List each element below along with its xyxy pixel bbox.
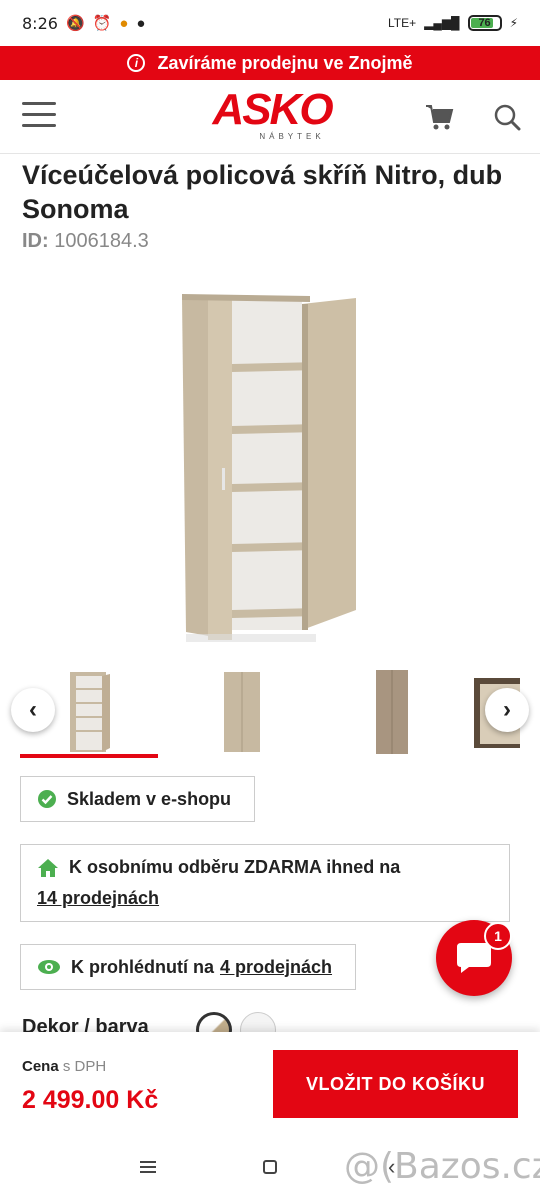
eye-icon: [37, 959, 61, 975]
cart-icon[interactable]: [424, 102, 454, 132]
pickup-box: K osobnímu odběru ZDARMA ihned na 14 pro…: [20, 844, 510, 922]
home-button-icon[interactable]: [263, 1160, 277, 1174]
stock-status-text: Skladem v e-shopu: [67, 788, 232, 809]
price-suffix: s DPH: [62, 1058, 107, 1075]
logo-text: ASKO: [212, 85, 333, 134]
chat-badge: 1: [484, 922, 512, 950]
mute-icon: 🔕: [65, 15, 85, 32]
alarm-icon: ⏰: [92, 15, 112, 32]
add-to-cart-button[interactable]: VLOŽIT DO KOŠÍKU: [273, 1050, 518, 1118]
gallery-prev-button[interactable]: ‹: [11, 688, 55, 732]
product-image[interactable]: [160, 280, 380, 660]
pickup-stores-link[interactable]: 14 prodejnách: [37, 888, 159, 909]
home-icon: [37, 858, 59, 878]
pickup-text: K osobnímu odběru ZDARMA ihned na: [69, 857, 401, 877]
showroom-stores-link[interactable]: 4 prodejnách: [220, 957, 332, 978]
gallery-next-button[interactable]: ›: [485, 688, 529, 732]
search-icon[interactable]: [492, 102, 522, 132]
app-notification-icon: ●: [119, 14, 129, 32]
announcement-banner[interactable]: i Zavíráme prodejnu ve Znojmě: [0, 46, 540, 80]
status-time: 8:26: [22, 13, 58, 33]
status-bar: 8:26 🔕 ⏰ ● ● LTE+ ▂▄▆█ 76 ⚡: [0, 0, 540, 46]
stock-status-box: Skladem v e-shopu: [20, 776, 255, 822]
menu-icon[interactable]: [22, 102, 56, 130]
battery-icon: 76: [467, 15, 502, 31]
active-thumbnail-indicator: [20, 754, 158, 758]
purchase-bar: Cena s DPH 2 499.00 Kč VLOŽIT DO KOŠÍKU: [0, 1032, 540, 1136]
price-label: Cena s DPH: [22, 1058, 106, 1075]
product-title: Víceúčelová policová skříň Nitro, dub So…: [22, 160, 503, 224]
battery-level: 76: [478, 17, 491, 29]
system-nav-bar: ‹ @(Bazos.cz: [0, 1136, 540, 1200]
site-header: ASKO NÁBYTEK: [0, 80, 540, 154]
product-id: ID: 1006184.3: [22, 230, 149, 253]
price-value: 2 499.00 Kč: [22, 1086, 159, 1114]
watermark: @(Bazos.cz: [344, 1146, 540, 1187]
price-label-text: Cena: [22, 1058, 59, 1075]
app-notification-icon-2: ●: [136, 14, 146, 32]
thumbnail-1[interactable]: [66, 668, 114, 756]
chevron-left-icon: ‹: [29, 696, 37, 723]
showroom-text: K prohlédnutí na: [71, 956, 214, 977]
info-icon: i: [127, 54, 146, 72]
site-logo[interactable]: ASKO NÁBYTEK: [194, 88, 350, 146]
check-circle-icon: [37, 789, 57, 809]
thumbnail-2[interactable]: [222, 668, 262, 756]
product-id-value: 1006184.3: [54, 230, 149, 252]
charging-icon: ⚡: [509, 16, 518, 30]
recent-apps-icon[interactable]: [140, 1160, 156, 1174]
thumbnail-3[interactable]: [372, 668, 412, 756]
product-id-label: ID:: [22, 230, 49, 252]
banner-text: Zavíráme prodejnu ve Znojmě: [157, 52, 413, 73]
chat-icon: [457, 943, 491, 973]
image-gallery-thumbnails: ‹ ›: [0, 664, 540, 760]
signal-icon: ▂▄▆█: [424, 16, 460, 30]
chevron-right-icon: ›: [503, 696, 511, 723]
network-label: LTE+: [387, 16, 417, 30]
showroom-box: K prohlédnutí na 4 prodejnách: [20, 944, 356, 990]
